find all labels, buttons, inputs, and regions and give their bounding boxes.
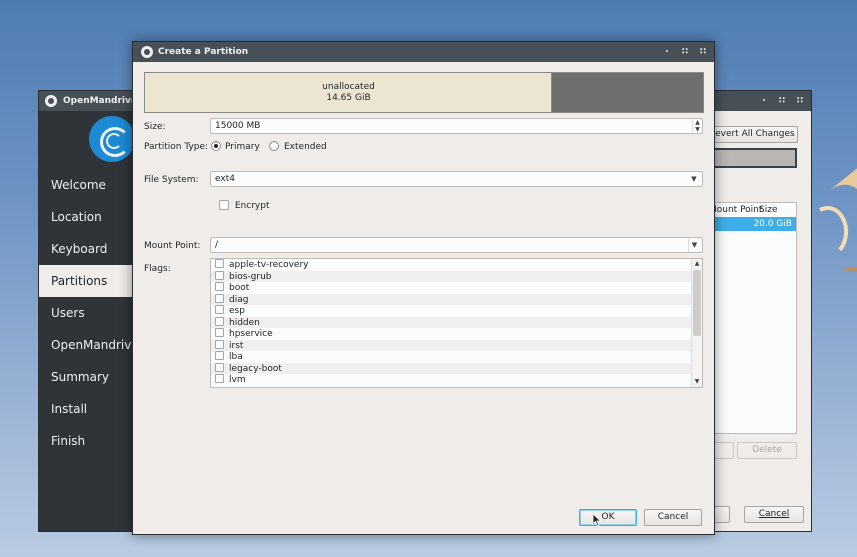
row-size-value: 20.0 GiB	[753, 219, 792, 229]
openmandriva-logo	[89, 116, 135, 162]
size-value: 15000 MB	[215, 121, 261, 131]
mount-point-label: Mount Point:	[144, 241, 201, 251]
mount-point-combobox[interactable]: / ▼	[210, 237, 703, 253]
ok-button[interactable]: OK	[579, 509, 637, 526]
sidebar-item-users[interactable]: Users	[39, 297, 135, 329]
close-icon[interactable]: ∷	[795, 91, 805, 111]
file-system-dropdown[interactable]: ext4 ▼	[210, 171, 703, 187]
sidebar-item-keyboard[interactable]: Keyboard	[39, 233, 135, 265]
flag-label: bios-grub	[229, 271, 272, 282]
flag-label: diag	[229, 294, 249, 305]
flag-checkbox[interactable]	[215, 328, 224, 337]
installer-sidebar: Welcome Location Keyboard Partitions Use…	[39, 111, 135, 531]
list-item[interactable]: hpservice	[211, 328, 692, 340]
flag-label: hpservice	[229, 329, 273, 339]
partition-size: 14.65 GiB	[326, 93, 371, 103]
encrypt-checkbox[interactable]	[219, 200, 229, 210]
flag-checkbox[interactable]	[215, 339, 224, 349]
radio-extended[interactable]	[269, 141, 279, 151]
sidebar-nav: Welcome Location Keyboard Partitions Use…	[39, 169, 135, 457]
mount-point-value: /	[215, 240, 219, 250]
chevron-down-icon[interactable]: ▼	[688, 238, 700, 252]
flag-checkbox[interactable]	[215, 316, 224, 326]
flag-checkbox[interactable]	[215, 259, 224, 268]
list-item[interactable]: esp	[211, 305, 692, 317]
list-item[interactable]: legacy-boot	[211, 362, 692, 374]
dialog-title: Create a Partition	[158, 47, 249, 57]
flag-label: lba	[229, 352, 243, 362]
decrement-arrow-icon[interactable]: ▼	[693, 126, 702, 133]
flag-checkbox[interactable]	[215, 305, 224, 314]
minimize-icon[interactable]: ⋅	[759, 91, 769, 111]
column-header-size[interactable]: Size	[759, 203, 777, 217]
size-spinbox[interactable]: 15000 MB ▲ ▼	[210, 118, 703, 134]
sidebar-item-install[interactable]: Install	[39, 393, 135, 425]
flag-checkbox[interactable]	[215, 362, 224, 372]
sidebar-item-partitions[interactable]: Partitions	[39, 265, 135, 297]
flags-list: apple-tv-recovery bios-grub boot diag es…	[210, 258, 703, 388]
minimize-icon[interactable]: ⋅	[662, 42, 672, 62]
flag-checkbox[interactable]	[215, 282, 224, 291]
dialog-titlebar: Create a Partition ⋅ ∷ ∷	[133, 42, 714, 62]
radio-primary[interactable]	[211, 141, 221, 151]
openmandriva-app-icon	[141, 46, 153, 58]
flag-label: legacy-boot	[229, 363, 282, 374]
list-item[interactable]: hidden	[211, 316, 692, 328]
radio-primary-label[interactable]: Primary	[225, 141, 260, 153]
maximize-icon[interactable]: ∷	[777, 91, 787, 111]
list-item[interactable]: bios-grub	[211, 270, 692, 282]
flags-scrollbar[interactable]: ▲ ▼	[691, 259, 702, 387]
create-partition-dialog: Create a Partition ⋅ ∷ ∷ unallocated 14.…	[132, 41, 715, 535]
partition-label: unallocated	[322, 82, 375, 92]
sidebar-item-openmandriva[interactable]: OpenMandriva	[39, 329, 135, 361]
encrypt-checkbox-row[interactable]: Encrypt	[219, 200, 269, 211]
delete-button[interactable]: Delete	[737, 442, 797, 459]
list-item[interactable]: lvm	[211, 374, 692, 386]
list-item[interactable]: apple-tv-recovery	[211, 259, 692, 271]
mouse-pointer-icon	[592, 513, 602, 527]
sidebar-item-finish[interactable]: Finish	[39, 425, 135, 457]
flag-label: esp	[229, 306, 245, 316]
flag-checkbox[interactable]	[215, 293, 224, 303]
list-item[interactable]: boot	[211, 282, 692, 294]
flag-checkbox[interactable]	[215, 374, 224, 383]
sidebar-item-summary[interactable]: Summary	[39, 361, 135, 393]
flag-checkbox[interactable]	[215, 351, 224, 360]
maximize-icon[interactable]: ∷	[680, 42, 690, 62]
file-system-value: ext4	[215, 174, 235, 184]
flag-checkbox[interactable]	[215, 270, 224, 280]
file-system-label: File System:	[144, 175, 199, 185]
list-item[interactable]: diag	[211, 293, 692, 305]
flag-label: hidden	[229, 317, 260, 328]
flag-label: apple-tv-recovery	[229, 260, 309, 270]
scroll-down-arrow-icon[interactable]: ▼	[692, 377, 702, 387]
partition-preview-bar: unallocated 14.65 GiB	[144, 72, 704, 113]
scroll-up-arrow-icon[interactable]: ▲	[692, 259, 702, 269]
radio-extended-label[interactable]: Extended	[284, 141, 327, 153]
column-header-mount-point[interactable]: Mount Point	[709, 203, 762, 217]
chevron-down-icon: ▼	[691, 175, 697, 183]
size-label: Size:	[144, 122, 166, 132]
revert-all-changes-button[interactable]: Revert All Changes	[706, 126, 798, 143]
partition-type-label: Partition Type:	[144, 142, 209, 152]
close-icon[interactable]: ∷	[698, 42, 708, 62]
list-item[interactable]: lba	[211, 351, 692, 363]
flag-label: boot	[229, 283, 250, 293]
encrypt-label: Encrypt	[234, 200, 270, 211]
scrollbar-thumb[interactable]	[693, 270, 701, 336]
cancel-button[interactable]: Cancel	[744, 506, 804, 523]
increment-arrow-icon[interactable]: ▲	[693, 119, 702, 126]
sidebar-item-welcome[interactable]: Welcome	[39, 169, 135, 201]
list-item[interactable]: irst	[211, 339, 692, 351]
cancel-button[interactable]: Cancel	[644, 509, 702, 526]
installer-window-title: OpenMandriva	[63, 96, 137, 106]
flags-label: Flags:	[144, 264, 171, 274]
flag-label: irst	[229, 340, 244, 351]
flag-label: lvm	[229, 375, 246, 385]
sidebar-item-location[interactable]: Location	[39, 201, 135, 233]
openmandriva-app-icon	[45, 95, 57, 107]
